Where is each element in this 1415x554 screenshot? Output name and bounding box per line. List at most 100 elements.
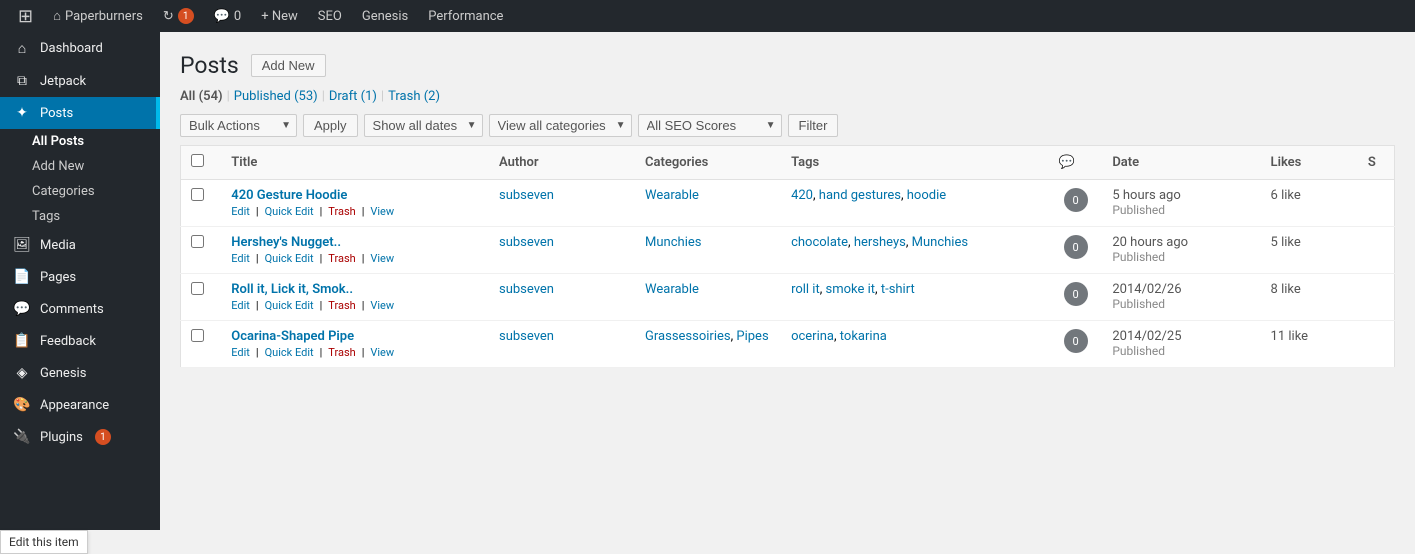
sidebar-item-jetpack[interactable]: ⧉ Jetpack <box>0 65 160 97</box>
likes-4: 11 like <box>1271 329 1309 344</box>
category-link[interactable]: Wearable <box>645 282 699 297</box>
categories-select[interactable]: View all categories Wearable Munchies <box>489 114 632 137</box>
select-all-checkbox[interactable] <box>191 154 204 167</box>
tag-link[interactable]: Munchies <box>912 235 968 250</box>
header-categories[interactable]: Categories <box>635 146 781 180</box>
tag-link[interactable]: roll it <box>791 282 820 297</box>
row-checkbox-2[interactable] <box>191 235 204 248</box>
filter-draft[interactable]: Draft (1) <box>329 89 377 104</box>
seo-select[interactable]: All SEO Scores Good OK Bad No Focus Keyw… <box>638 114 782 137</box>
sidebar-item-dashboard[interactable]: ⌂ Dashboard <box>0 32 160 65</box>
add-new-button[interactable]: Add New <box>251 54 326 77</box>
header-date[interactable]: Date <box>1102 146 1260 180</box>
tag-link[interactable]: smoke it <box>826 282 876 297</box>
row-checkbox-4[interactable] <box>191 329 204 342</box>
submenu-tags[interactable]: Tags <box>0 204 160 229</box>
submenu-categories[interactable]: Categories <box>0 179 160 204</box>
tag-link[interactable]: tokarina <box>840 329 887 344</box>
row-action-view-2[interactable]: View <box>370 252 394 265</box>
bulk-actions-wrap: Bulk Actions Edit Move to Trash ▼ <box>180 114 297 137</box>
sidebar-label-plugins: Plugins <box>40 430 83 445</box>
filter-button[interactable]: Filter <box>788 114 839 137</box>
row-actions-3: Edit | Quick Edit | Trash | View <box>231 299 479 312</box>
sidebar-item-media[interactable]: 🖼 Media <box>0 229 160 261</box>
row-action-edit-2[interactable]: Edit <box>231 252 250 265</box>
bulk-actions-select[interactable]: Bulk Actions Edit Move to Trash <box>180 114 297 137</box>
header-title[interactable]: Title <box>221 146 489 180</box>
post-title-4[interactable]: Ocarina-Shaped Pipe <box>231 329 479 344</box>
plugins-badge: 1 <box>95 429 111 445</box>
row-action-view-4[interactable]: View <box>370 346 394 359</box>
filter-trash[interactable]: Trash (2) <box>388 89 440 104</box>
sidebar-item-appearance[interactable]: 🎨 Appearance <box>0 389 160 421</box>
row-action-quick-edit-3[interactable]: Quick Edit <box>265 299 314 312</box>
row-action-trash-2[interactable]: Trash <box>328 252 355 265</box>
tag-link[interactable]: chocolate <box>791 235 848 250</box>
row-action-trash-4[interactable]: Trash <box>328 346 355 359</box>
row-action-edit-4[interactable]: Edit <box>231 346 250 359</box>
author-link-2[interactable]: subseven <box>499 235 554 250</box>
post-title-1[interactable]: 420 Gesture Hoodie <box>231 188 479 203</box>
submenu-all-posts[interactable]: All Posts <box>0 129 160 154</box>
adminbar-new[interactable]: + New <box>251 0 308 32</box>
sidebar-item-comments[interactable]: 💬 Comments <box>0 293 160 325</box>
dashboard-icon: ⌂ <box>12 40 32 57</box>
tag-link[interactable]: hersheys <box>854 235 906 250</box>
submenu-add-new[interactable]: Add New <box>0 154 160 179</box>
sidebar-item-posts[interactable]: ✦ Posts <box>0 97 160 129</box>
adminbar-performance[interactable]: Performance <box>418 0 513 32</box>
adminbar-site[interactable]: ⌂ Paperburners <box>43 0 153 32</box>
filter-all[interactable]: All (54) <box>180 89 223 104</box>
new-label: + New <box>261 9 298 24</box>
row-checkbox-1[interactable] <box>191 188 204 201</box>
date-3: 2014/02/26 <box>1112 282 1250 297</box>
adminbar-updates[interactable]: ↻ 1 <box>153 0 204 32</box>
author-link-3[interactable]: subseven <box>499 282 554 297</box>
sidebar-label-jetpack: Jetpack <box>40 74 86 89</box>
sidebar-item-feedback[interactable]: 📋 Feedback <box>0 325 160 357</box>
row-action-view-1[interactable]: View <box>370 205 394 218</box>
header-tags[interactable]: Tags <box>781 146 1049 180</box>
sidebar-label-pages: Pages <box>40 270 76 285</box>
category-link[interactable]: Munchies <box>645 235 701 250</box>
header-likes[interactable]: Likes <box>1261 146 1358 180</box>
author-link-4[interactable]: subseven <box>499 329 554 344</box>
row-action-trash-1[interactable]: Trash <box>328 205 355 218</box>
row-checkbox-3[interactable] <box>191 282 204 295</box>
sidebar-label-appearance: Appearance <box>40 398 109 413</box>
dates-select[interactable]: Show all dates January 2014 February 201… <box>364 114 483 137</box>
comment-count-1: 0 <box>1064 188 1088 212</box>
adminbar-logo[interactable]: ⊞ <box>8 0 43 32</box>
adminbar-seo[interactable]: SEO <box>308 0 352 32</box>
category-link[interactable]: Pipes <box>736 329 768 344</box>
tag-link[interactable]: ocerina <box>791 329 834 344</box>
filter-published[interactable]: Published (53) <box>234 89 318 104</box>
adminbar-genesis[interactable]: Genesis <box>352 0 418 32</box>
table-actions: Bulk Actions Edit Move to Trash ▼ Apply … <box>180 114 1395 137</box>
adminbar-comments[interactable]: 💬 0 <box>204 0 252 32</box>
post-title-2[interactable]: Hershey's Nugget.. <box>231 235 479 250</box>
category-link[interactable]: Grassessoiries <box>645 329 731 344</box>
row-action-quick-edit-4[interactable]: Quick Edit <box>265 346 314 359</box>
row-action-edit-1[interactable]: Edit <box>231 205 250 218</box>
comments-count: 0 <box>234 9 241 24</box>
pages-icon: 📄 <box>12 269 32 285</box>
tag-link[interactable]: hand gestures <box>819 188 901 203</box>
sidebar-item-genesis[interactable]: ◈ Genesis <box>0 357 160 389</box>
tag-link[interactable]: 420 <box>791 188 813 203</box>
row-action-quick-edit-2[interactable]: Quick Edit <box>265 252 314 265</box>
row-action-trash-3[interactable]: Trash <box>328 299 355 312</box>
author-link-1[interactable]: subseven <box>499 188 554 203</box>
apply-button[interactable]: Apply <box>303 114 358 137</box>
row-action-view-3[interactable]: View <box>370 299 394 312</box>
sidebar-item-pages[interactable]: 📄 Pages <box>0 261 160 293</box>
comment-count-4: 0 <box>1064 329 1088 353</box>
category-link[interactable]: Wearable <box>645 188 699 203</box>
tag-link[interactable]: hoodie <box>907 188 946 203</box>
tag-link[interactable]: t-shirt <box>881 282 915 297</box>
sidebar-item-plugins[interactable]: 🔌 Plugins 1 <box>0 421 160 453</box>
row-action-quick-edit-1[interactable]: Quick Edit <box>265 205 314 218</box>
row-action-edit-3[interactable]: Edit <box>231 299 250 312</box>
header-author[interactable]: Author <box>489 146 635 180</box>
post-title-3[interactable]: Roll it, Lick it, Smok.. <box>231 282 479 297</box>
